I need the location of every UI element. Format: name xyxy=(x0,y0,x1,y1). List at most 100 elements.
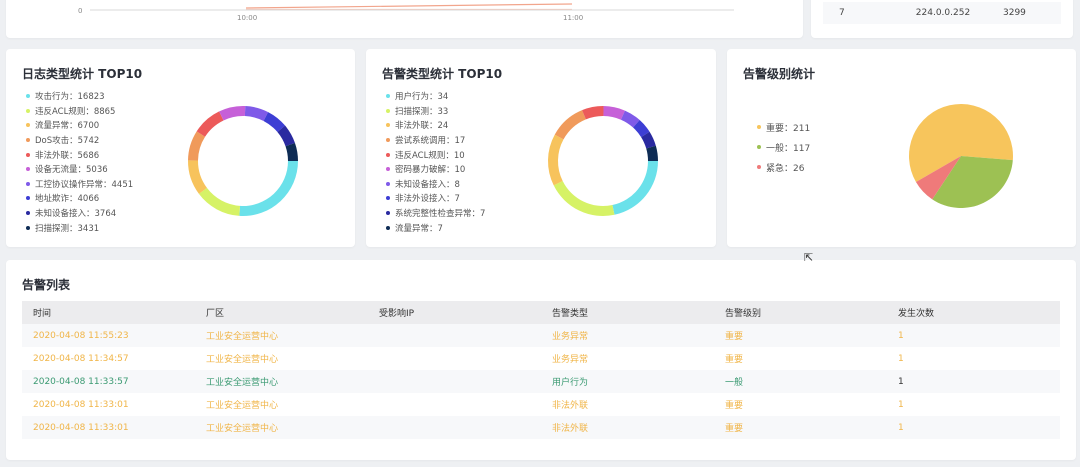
legend-label: 用户行为：34 xyxy=(395,92,449,103)
legend-label: 地址欺诈：4066 xyxy=(35,194,100,205)
alert-type-slice-5[interactable] xyxy=(603,106,625,120)
alert-type-slice-0[interactable] xyxy=(612,161,658,215)
time-cell: 2020-04-08 11:33:57 xyxy=(22,370,195,393)
ip-rank-cell: 7 xyxy=(823,2,883,24)
legend-item[interactable]: 密码暴力破解：10 xyxy=(386,162,485,177)
legend-item[interactable]: 尝试系统调用：17 xyxy=(386,133,485,148)
column-header-count[interactable]: 发生次数 xyxy=(887,301,1060,324)
count-cell: 1 xyxy=(887,416,1060,439)
legend-item[interactable]: 流量异常：7 xyxy=(386,220,485,235)
legend-item[interactable]: 紧急：26 xyxy=(757,157,810,177)
legend-item[interactable]: 工控协议操作异常：4451 xyxy=(26,177,133,192)
log-type-slice-1[interactable] xyxy=(198,187,241,216)
legend-dot xyxy=(757,165,761,169)
column-header-level[interactable]: 告警级别 xyxy=(714,301,887,324)
type-cell: 业务异常 xyxy=(541,347,714,370)
legend-item[interactable]: 系统完整性检查异常：7 xyxy=(386,206,485,221)
legend-item[interactable]: 攻击行为：16823 xyxy=(26,89,133,104)
legend-dot xyxy=(386,152,390,157)
column-header-time[interactable]: 时间 xyxy=(22,301,195,324)
legend-dot xyxy=(386,138,390,143)
trend-chart-card: 0 10:00 11:00 xyxy=(6,0,803,38)
log-types-legend: 攻击行为：16823 违反ACL规则：8865 流量异常：6700 DoS攻击：… xyxy=(26,89,133,235)
legend-label: 未知设备接入：3764 xyxy=(35,209,117,220)
count-cell: 1 xyxy=(887,347,1060,370)
legend-item[interactable]: 未知设备接入：3764 xyxy=(26,206,133,221)
table-row[interactable]: 2020-04-08 11:33:57 工业安全运营中心 用户行为 一般 1 xyxy=(22,370,1060,393)
log-type-slice-2[interactable] xyxy=(188,160,207,194)
legend-item[interactable]: 未知设备接入：8 xyxy=(386,177,485,192)
table-row[interactable]: 7 224.0.0.252 3299 xyxy=(823,2,1061,24)
ip-table: 7 224.0.0.252 3299 xyxy=(823,2,1061,24)
legend-item[interactable]: 非法外联：5686 xyxy=(26,147,133,162)
legend-item[interactable]: 地址欺诈：4066 xyxy=(26,191,133,206)
site-cell: 工业安全运营中心 xyxy=(195,324,368,347)
legend-label: 非法外联：24 xyxy=(395,121,449,132)
log-type-slice-0[interactable] xyxy=(239,161,298,216)
legend-item[interactable]: 扫描探测：33 xyxy=(386,104,485,119)
alert-type-slice-9[interactable] xyxy=(646,145,658,161)
column-header-ip[interactable]: 受影响IP xyxy=(368,301,541,324)
legend-label: 流量异常：7 xyxy=(395,223,443,234)
alert-type-slice-2[interactable] xyxy=(548,134,564,186)
legend-item[interactable]: 违反ACL规则：10 xyxy=(386,147,485,162)
legend-item[interactable]: 流量异常：6700 xyxy=(26,118,133,133)
table-row[interactable]: 2020-04-08 11:33:01 工业安全运营中心 非法外联 重要 1 xyxy=(22,393,1060,416)
log-type-slice-3[interactable] xyxy=(188,131,206,161)
legend-dot xyxy=(26,123,30,128)
alert-list-card: 告警列表 时间 厂区 受影响IP 告警类型 告警级别 发生次数 2020-04-… xyxy=(6,260,1076,460)
legend-dot xyxy=(386,225,390,230)
alert-types-donut-chart xyxy=(548,106,658,216)
alert-type-slice-4[interactable] xyxy=(582,106,604,120)
count-cell: 1 xyxy=(887,324,1060,347)
legend-label: 扫描探测：33 xyxy=(395,106,449,117)
alert-type-slice-1[interactable] xyxy=(553,180,615,216)
legend-item[interactable]: 设备无流量：5036 xyxy=(26,162,133,177)
legend-item[interactable]: 用户行为：34 xyxy=(386,89,485,104)
legend-item[interactable]: DoS攻击：5742 xyxy=(26,133,133,148)
alert-levels-title: 告警级别统计 xyxy=(743,67,816,81)
legend-dot xyxy=(386,167,390,172)
column-header-site[interactable]: 厂区 xyxy=(195,301,368,324)
legend-item[interactable]: 非法外设接入：7 xyxy=(386,191,485,206)
log-type-slice-5[interactable] xyxy=(219,106,246,121)
log-type-slice-4[interactable] xyxy=(196,111,224,137)
legend-dot xyxy=(26,225,30,230)
trend-chart: 0 10:00 11:00 xyxy=(78,3,734,22)
legend-item[interactable]: 重要：211 xyxy=(757,117,810,137)
legend-label: 一般：117 xyxy=(766,143,811,154)
time-cell: 2020-04-08 11:55:23 xyxy=(22,324,195,347)
log-types-card: 日志类型统计 TOP10 攻击行为：16823 违反ACL规则：8865 流量异… xyxy=(6,49,355,247)
legend-dot xyxy=(386,123,390,128)
level-cell: 一般 xyxy=(714,370,887,393)
legend-dot xyxy=(26,138,30,143)
column-header-type[interactable]: 告警类型 xyxy=(541,301,714,324)
ip-cell xyxy=(368,370,541,393)
legend-dot xyxy=(757,125,761,129)
trend-series-line xyxy=(245,3,573,9)
log-type-slice-6[interactable] xyxy=(244,106,269,121)
level-cell: 重要 xyxy=(714,324,887,347)
legend-item[interactable]: 非法外联：24 xyxy=(386,118,485,133)
table-row[interactable]: 2020-04-08 11:33:01 工业安全运营中心 非法外联 重要 1 xyxy=(22,416,1060,439)
ip-address-cell: 224.0.0.252 xyxy=(883,2,1003,24)
log-type-slice-9[interactable] xyxy=(285,142,298,161)
legend-label: 工控协议操作异常：4451 xyxy=(35,179,134,190)
legend-label: DoS攻击：5742 xyxy=(35,136,100,147)
legend-label: 流量异常：6700 xyxy=(35,121,100,132)
legend-item[interactable]: 违反ACL规则：8865 xyxy=(26,104,133,119)
legend-label: 违反ACL规则：8865 xyxy=(35,106,116,117)
legend-item[interactable]: 扫描探测：3431 xyxy=(26,220,133,235)
x-tick-label-1: 10:00 xyxy=(237,14,257,22)
alert-type-slice-3[interactable] xyxy=(554,110,586,140)
legend-dot xyxy=(26,94,30,99)
level-cell: 重要 xyxy=(714,393,887,416)
legend-dot xyxy=(26,152,30,157)
legend-label: 尝试系统调用：17 xyxy=(395,136,466,147)
table-row[interactable]: 2020-04-08 11:34:57 工业安全运营中心 业务异常 重要 1 xyxy=(22,347,1060,370)
legend-dot xyxy=(386,108,390,113)
legend-label: 重要：211 xyxy=(766,123,811,134)
table-row[interactable]: 2020-04-08 11:55:23 工业安全运营中心 业务异常 重要 1 xyxy=(22,324,1060,347)
legend-item[interactable]: 一般：117 xyxy=(757,137,810,157)
alert-levels-legend: 重要：211 一般：117 紧急：26 xyxy=(757,117,810,177)
